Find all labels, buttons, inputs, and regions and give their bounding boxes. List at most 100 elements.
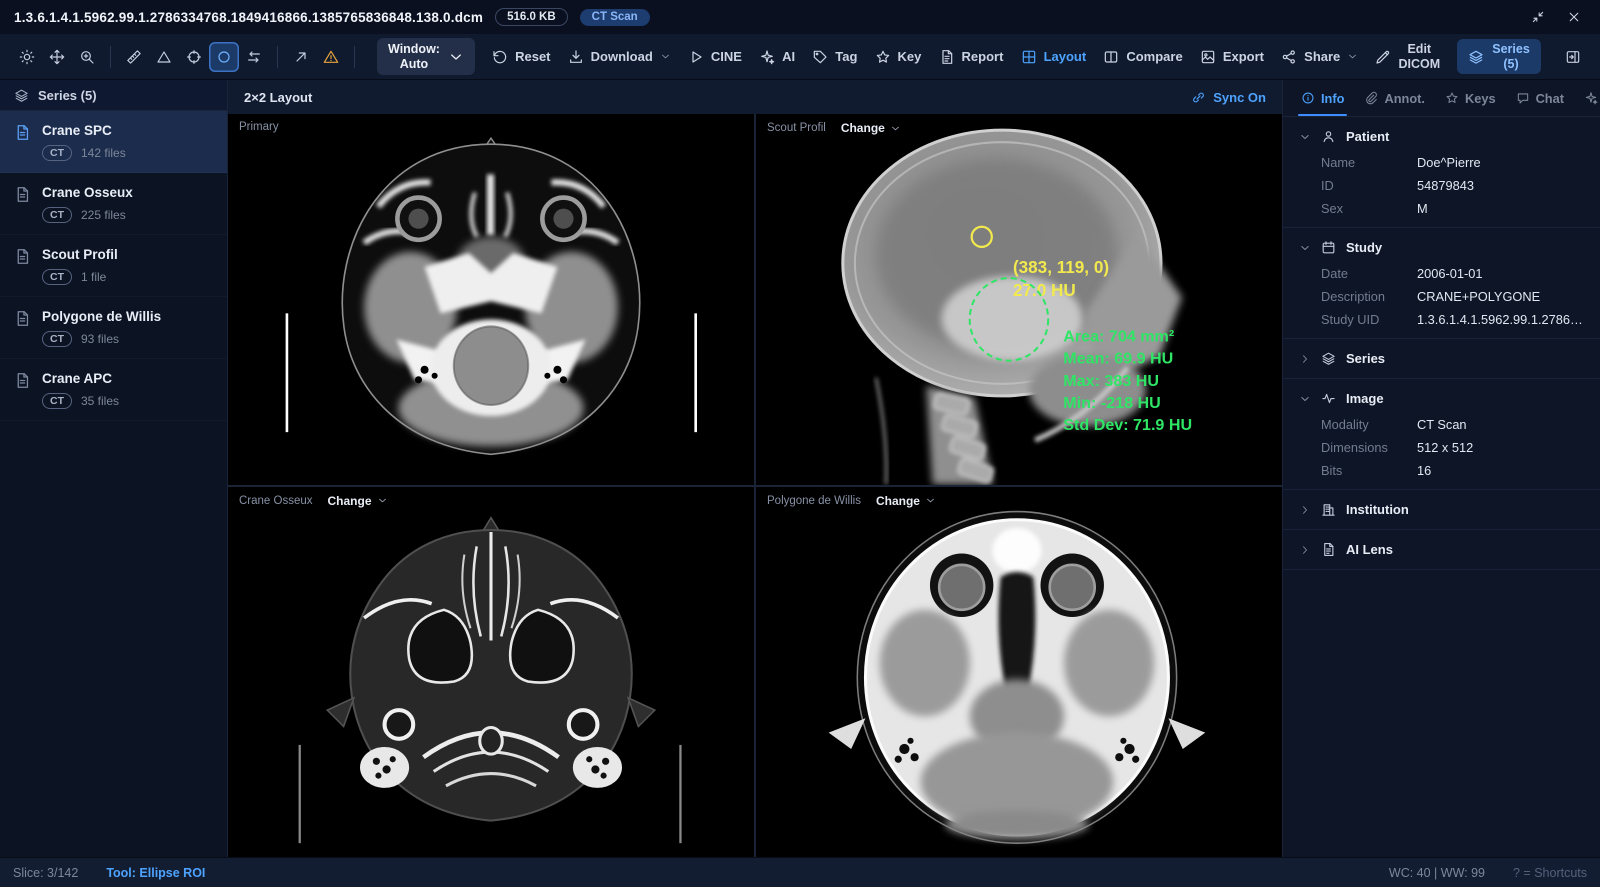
tag-button[interactable]: Tag — [812, 49, 857, 65]
info-panel: Info Annot. Keys Chat AI Patient NameDoe… — [1282, 80, 1600, 857]
change-series-dropdown[interactable]: Change — [328, 494, 388, 508]
section-image: Image Modality CT Scan Dimensions 512 x 51… — [1283, 379, 1600, 490]
compare-button[interactable]: Compare — [1103, 49, 1183, 65]
chevron-down-icon — [377, 495, 388, 506]
viewport-polygone-de-willis[interactable]: Polygone de Willis Change — [756, 486, 1282, 857]
change-series-dropdown[interactable]: Change — [876, 494, 936, 508]
series-item-crane-spc[interactable]: Crane SPC CT 142 files — [0, 111, 227, 173]
toolbar: Window: Auto Reset Download CINE AI Tag … — [0, 34, 1600, 80]
series-sidebar: Series (5) Crane SPC CT 142 files Crane O… — [0, 80, 228, 857]
zoom-tool[interactable] — [72, 42, 102, 72]
export-button[interactable]: Export — [1200, 49, 1264, 65]
study-uid-row: Study UID 1.3.6.1.4.1.5962.99.1.278633... — [1321, 312, 1584, 327]
link-icon — [1191, 90, 1206, 105]
study-date-row: Date 2006-01-01 — [1321, 266, 1483, 281]
close-icon — [1567, 10, 1581, 24]
section-study: Study Date 2006-01-01 Description CRANE+PO… — [1283, 228, 1600, 339]
section-ai-lens-header[interactable]: AI Lens — [1283, 540, 1600, 559]
layout-button[interactable]: Layout — [1021, 49, 1086, 65]
pan-tool[interactable] — [42, 42, 72, 72]
viewport-scout-profil[interactable]: (383, 119, 0) 27.0 HU Area: 704 mm² Mean… — [756, 114, 1282, 485]
export-image-icon — [1200, 49, 1216, 65]
tab-info[interactable]: Info — [1291, 80, 1354, 116]
crosshair-circle-icon — [186, 49, 202, 65]
section-series-header[interactable]: Series — [1283, 349, 1600, 368]
paperclip-icon — [1364, 91, 1378, 105]
tab-keys[interactable]: Keys — [1435, 80, 1506, 116]
report-button[interactable]: Report — [939, 49, 1003, 65]
layout-label: 2×2 Layout — [244, 89, 313, 105]
tab-annotations[interactable]: Annot. — [1354, 80, 1435, 116]
tab-ai[interactable]: AI — [1574, 80, 1600, 116]
series-item-crane-apc[interactable]: Crane APC CT 35 files — [0, 359, 227, 421]
series-item-polygone-de-willis[interactable]: Polygone de Willis CT 93 files — [0, 297, 227, 359]
section-series: Series — [1283, 339, 1600, 379]
reset-button[interactable]: Reset — [492, 49, 551, 65]
window-label: Window: — [388, 41, 440, 56]
triangle-icon — [156, 49, 172, 65]
shortcuts-hint: ? = Shortcuts — [1513, 865, 1587, 880]
window-value: Auto — [399, 56, 429, 71]
warning-tool[interactable] — [316, 42, 346, 72]
file-icon — [14, 248, 31, 265]
section-image-header[interactable]: Image — [1283, 389, 1600, 408]
calendar-icon — [1321, 240, 1336, 255]
patient-sex-row: Sex M — [1321, 201, 1428, 216]
collapse-window-button[interactable] — [1526, 5, 1550, 29]
collapse-panel-button[interactable] — [1558, 42, 1588, 72]
key-button[interactable]: Key — [875, 49, 921, 65]
download-button[interactable]: Download — [568, 49, 671, 65]
change-series-dropdown[interactable]: Change — [841, 121, 901, 135]
patient-id-row: ID 54879843 — [1321, 178, 1474, 193]
angle-tool[interactable] — [149, 42, 179, 72]
image-modality-row: Modality CT Scan — [1321, 417, 1467, 432]
ct-axial-soft-tissue-image — [285, 136, 697, 456]
window-level-tool[interactable] — [12, 42, 42, 72]
close-button[interactable] — [1562, 5, 1586, 29]
section-patient: Patient Name Doe^Pierre ID 54879843 Sex M — [1283, 117, 1600, 228]
modality-pill: CT — [42, 207, 72, 223]
tag-icon — [812, 49, 828, 65]
section-study-header[interactable]: Study — [1283, 238, 1600, 257]
chevron-down-icon — [448, 49, 464, 65]
share-button[interactable]: Share — [1281, 49, 1358, 65]
sparkles-icon — [1584, 91, 1598, 105]
file-icon — [14, 186, 31, 203]
viewport-crane-osseux[interactable]: Crane Osseux Change — [228, 486, 754, 857]
waveform-icon — [1321, 391, 1336, 406]
modality-pill: CT — [42, 145, 72, 161]
arrow-annotate-tool[interactable] — [286, 42, 316, 72]
layout-header: 2×2 Layout Sync On — [228, 80, 1282, 114]
ai-button[interactable]: AI — [759, 49, 795, 65]
status-bar: Slice: 3/142 Tool: Ellipse ROI WC: 40 | … — [0, 857, 1600, 887]
image-dimensions-row: Dimensions 512 x 512 — [1321, 440, 1474, 455]
series-item-scout-profil[interactable]: Scout Profil CT 1 file — [0, 235, 227, 297]
study-description-row: Description CRANE+POLYGONE — [1321, 289, 1541, 304]
panel-right-icon — [1565, 49, 1581, 65]
cine-button[interactable]: CINE — [688, 49, 742, 65]
layers-icon — [1321, 351, 1336, 366]
section-patient-header[interactable]: Patient — [1283, 127, 1600, 146]
chevron-down-icon — [1347, 51, 1358, 62]
slice-indicator: Slice: 3/142 — [13, 865, 79, 880]
chevron-down-icon — [1299, 242, 1311, 254]
point-annotation-coords: (383, 119, 0) — [1013, 258, 1109, 277]
flip-tool[interactable] — [239, 42, 269, 72]
section-institution-header[interactable]: Institution — [1283, 500, 1600, 519]
ruler-tool[interactable] — [119, 42, 149, 72]
layers-icon — [14, 88, 29, 103]
probe-tool[interactable] — [179, 42, 209, 72]
window-preset-dropdown[interactable]: Window: Auto — [377, 37, 475, 76]
edit-dicom-button[interactable]: Edit DICOM — [1375, 42, 1440, 72]
sync-toggle[interactable]: Sync On — [1191, 90, 1266, 105]
reset-icon — [492, 49, 508, 65]
ellipse-roi-tool[interactable] — [209, 41, 239, 72]
roi-stat-max: Max: 383 HU — [1063, 372, 1159, 390]
layers-icon — [1468, 49, 1484, 65]
series-item-crane-osseux[interactable]: Crane Osseux CT 225 files — [0, 173, 227, 235]
chevron-down-icon — [1299, 131, 1311, 143]
toolbar-separator — [354, 45, 355, 68]
series-panel-button[interactable]: Series (5) — [1457, 38, 1541, 75]
viewport-primary[interactable]: Primary — [228, 114, 754, 485]
tab-chat[interactable]: Chat — [1506, 80, 1574, 116]
